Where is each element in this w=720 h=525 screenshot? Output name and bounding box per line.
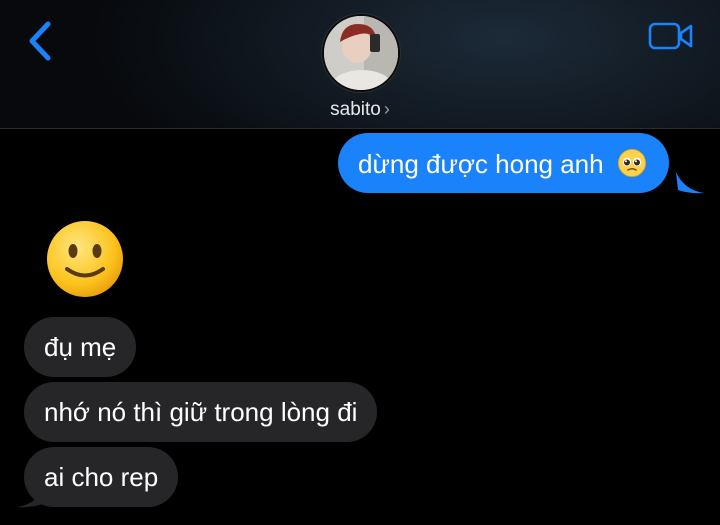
incoming-message-bubble[interactable]: đụ mẹ (24, 317, 137, 377)
slightly-smiling-face-emoji[interactable] (46, 220, 124, 298)
incoming-bubble-tail (17, 486, 45, 508)
contact-name-link[interactable]: sabito › (0, 97, 720, 122)
chevron-left-icon[interactable] (22, 18, 62, 64)
message-text: nhớ nó thì giữ trong lòng đi (44, 397, 358, 427)
contact-name: sabito (330, 99, 381, 120)
outgoing-bubble-tail (676, 172, 704, 194)
message-text: đụ mẹ (44, 332, 117, 362)
conversation-header: sabito › (0, 0, 720, 129)
video-camera-icon[interactable] (648, 20, 694, 52)
chat-screen: sabito › dừng được hong anh đụ mẹ nhớ nó… (0, 0, 720, 525)
outgoing-message-bubble[interactable]: dừng được hong anh (338, 133, 669, 193)
pleading-face-emoji (617, 149, 646, 177)
avatar-photo (324, 16, 398, 90)
incoming-message-bubble[interactable]: nhớ nó thì giữ trong lòng đi (24, 382, 378, 442)
chevron-right-icon: › (383, 99, 390, 119)
message-text: dừng được hong anh (358, 149, 604, 179)
message-text: ai cho rep (44, 462, 159, 492)
avatar[interactable] (322, 14, 400, 92)
incoming-message-bubble[interactable]: ai cho rep (24, 447, 179, 507)
